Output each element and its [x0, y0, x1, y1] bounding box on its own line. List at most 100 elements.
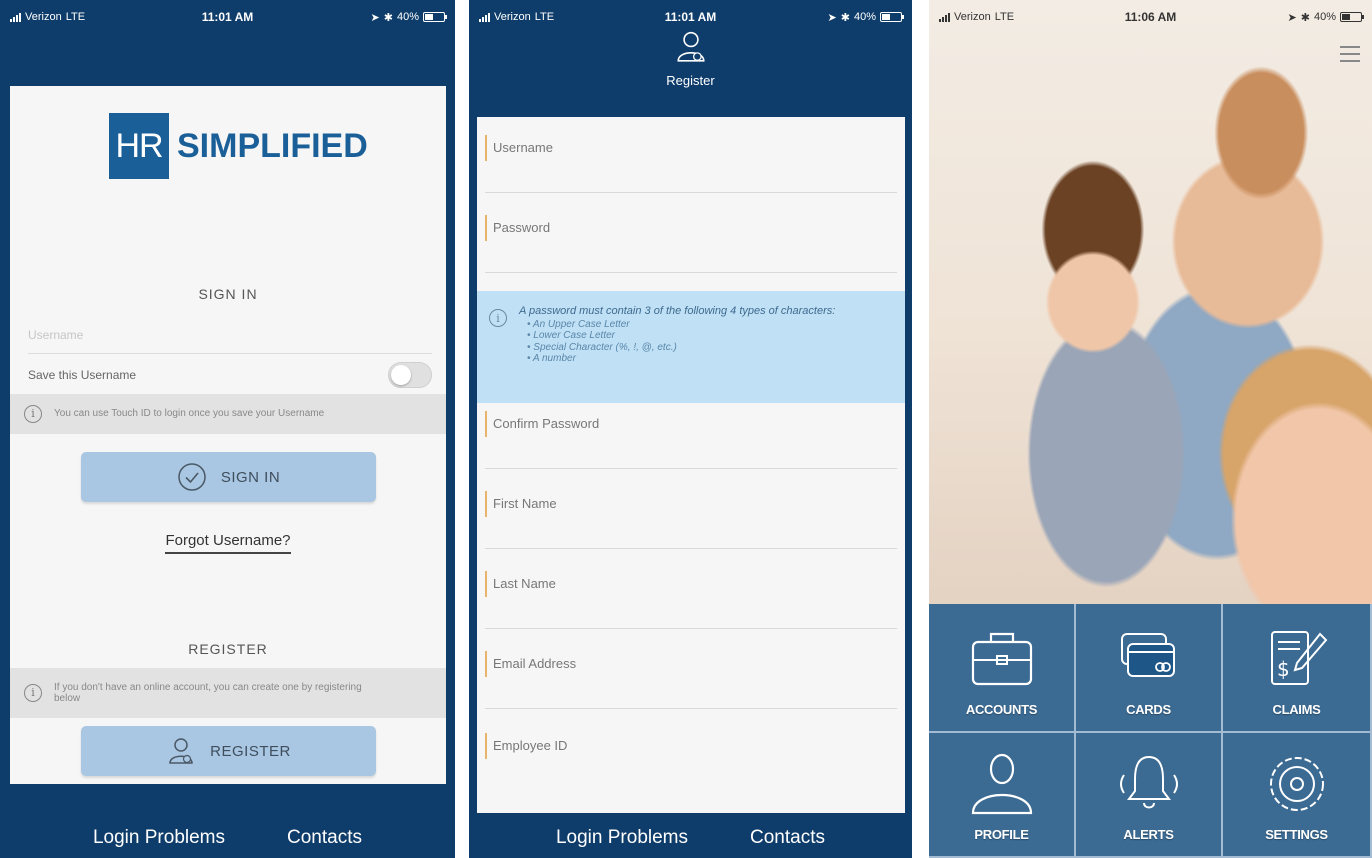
battery-icon — [423, 12, 447, 22]
bell-icon — [1119, 755, 1178, 809]
username-input[interactable]: Username — [28, 322, 432, 354]
tile-cards[interactable]: CARDS — [1076, 604, 1223, 733]
status-bar: Verizon LTE 11:01 AM ➤ ✱ 40% — [469, 0, 912, 34]
sign-in-heading: SIGN IN — [198, 286, 258, 302]
employee-id-field-label: Employee ID — [485, 733, 567, 759]
touch-id-info-text: You can use Touch ID to login once you s… — [54, 408, 325, 420]
first-name-field-label: First Name — [485, 491, 557, 517]
register-footer: Login Problems Contacts — [469, 818, 912, 858]
signal-icon — [479, 12, 490, 22]
gear-icon — [1269, 757, 1324, 811]
save-username-row: Save this Username — [28, 358, 432, 392]
network: LTE — [994, 11, 1015, 23]
home-screen: Verizon LTE 11:06 AM ➤ ✱ 40% ACCOUNTS CA… — [929, 0, 1372, 858]
password-field[interactable]: Password — [485, 197, 897, 273]
carrier: Verizon — [25, 11, 62, 23]
location-icon: ➤ — [1287, 11, 1297, 24]
briefcase-icon — [971, 632, 1032, 686]
sign-in-button[interactable]: SIGN IN — [81, 452, 376, 502]
tile-alerts-label: ALERTS — [1123, 827, 1174, 842]
bluetooth-icon: ✱ — [1300, 11, 1310, 24]
user-add-icon — [169, 738, 193, 764]
battery-icon — [880, 12, 904, 22]
network: LTE — [534, 11, 555, 23]
touch-id-info: i You can use Touch ID to login once you… — [10, 394, 446, 434]
last-name-field[interactable]: Last Name — [485, 553, 897, 629]
last-name-field-label: Last Name — [485, 571, 556, 597]
username-field[interactable]: Username — [485, 117, 897, 193]
battery-percent: 40% — [1313, 11, 1336, 23]
svg-text:$: $ — [1277, 657, 1290, 681]
password-rule-item: An Upper Case Letter — [527, 319, 835, 331]
location-icon: ➤ — [827, 11, 837, 24]
logo-mark: HR — [109, 113, 169, 179]
tile-alerts[interactable]: ALERTS — [1076, 733, 1223, 858]
check-circle-icon — [178, 463, 206, 491]
info-icon: i — [24, 684, 42, 702]
password-field-label: Password — [485, 215, 550, 241]
network: LTE — [65, 11, 86, 23]
carrier: Verizon — [954, 11, 991, 23]
employee-id-field[interactable]: Employee ID — [485, 715, 897, 791]
first-name-field[interactable]: First Name — [485, 473, 897, 549]
tile-profile[interactable]: PROFILE — [929, 733, 1076, 858]
bluetooth-icon: ✱ — [383, 11, 393, 24]
password-rule-item: Lower Case Letter — [527, 330, 835, 342]
user-add-icon — [676, 31, 705, 62]
register-title: Register — [666, 73, 715, 88]
login-card: HR SIMPLIFIED SIGN IN Username Save this… — [10, 86, 446, 784]
login-problems-link[interactable]: Login Problems — [93, 827, 225, 849]
login-screen: Verizon LTE 11:01 AM ➤ ✱ 40% HR SIMPLIFI… — [0, 0, 455, 858]
confirm-password-field[interactable]: Confirm Password — [485, 393, 897, 469]
register-button[interactable]: REGISTER — [81, 726, 376, 776]
tile-claims[interactable]: $ CLAIMS — [1223, 604, 1372, 733]
clock: 11:01 AM — [664, 10, 717, 24]
password-rules-list: An Upper Case Letter Lower Case Letter S… — [519, 319, 835, 365]
claims-document-icon: $ — [1270, 631, 1327, 685]
bluetooth-icon: ✱ — [840, 11, 850, 24]
register-screen: Verizon LTE 11:01 AM ➤ ✱ 40% Register Us… — [469, 0, 912, 858]
tile-accounts-label: ACCOUNTS — [965, 702, 1038, 717]
tile-accounts[interactable]: ACCOUNTS — [929, 604, 1076, 733]
tile-profile-label: PROFILE — [974, 827, 1029, 842]
location-icon: ➤ — [370, 11, 380, 24]
contacts-link[interactable]: Contacts — [750, 827, 825, 849]
forgot-username-link[interactable]: Forgot Username? — [10, 532, 446, 554]
info-icon: i — [489, 309, 507, 327]
clock: 11:06 AM — [1124, 10, 1177, 24]
signal-icon — [10, 12, 21, 22]
password-rule-item: A number — [527, 353, 835, 365]
cards-icon — [1120, 633, 1175, 677]
tile-claims-label: CLAIMS — [1272, 702, 1321, 717]
info-icon: i — [24, 405, 42, 423]
login-problems-link[interactable]: Login Problems — [556, 827, 688, 849]
save-username-toggle[interactable] — [388, 362, 432, 388]
home-tiles-grid: ACCOUNTS CARDS $ CLAIMS PROFILE ALERTS S… — [929, 604, 1372, 858]
status-bar: Verizon LTE 11:01 AM ➤ ✱ 40% — [0, 0, 455, 34]
email-field-label: Email Address — [485, 651, 576, 677]
password-rules-intro: A password must contain 3 of the followi… — [519, 305, 836, 317]
register-info: i If you don't have an online account, y… — [10, 668, 446, 718]
login-footer: Login Problems Contacts — [0, 818, 455, 858]
sign-in-button-label: SIGN IN — [220, 468, 281, 486]
tile-settings-label: SETTINGS — [1265, 827, 1328, 842]
battery-percent: 40% — [396, 11, 419, 23]
carrier: Verizon — [494, 11, 531, 23]
password-rule-item: Special Character (%, !, @, etc.) — [527, 342, 835, 354]
register-heading: REGISTER — [188, 641, 268, 657]
save-username-label: Save this Username — [28, 368, 137, 382]
logo-word: SIMPLIFIED — [177, 126, 368, 165]
forgot-username-label: Forgot Username? — [165, 532, 291, 554]
email-field[interactable]: Email Address — [485, 633, 897, 709]
contacts-link[interactable]: Contacts — [287, 827, 362, 849]
username-field-label: Username — [485, 135, 553, 161]
profile-person-icon — [971, 753, 1032, 815]
battery-percent: 40% — [853, 11, 876, 23]
register-header: Register — [469, 30, 912, 88]
register-info-text: If you don't have an online account, you… — [54, 681, 362, 705]
hamburger-menu-icon[interactable] — [1340, 46, 1360, 62]
register-form: Username Password i A password must cont… — [477, 117, 905, 813]
signal-icon — [939, 12, 950, 22]
tile-settings[interactable]: SETTINGS — [1223, 733, 1372, 858]
clock: 11:01 AM — [201, 10, 254, 24]
